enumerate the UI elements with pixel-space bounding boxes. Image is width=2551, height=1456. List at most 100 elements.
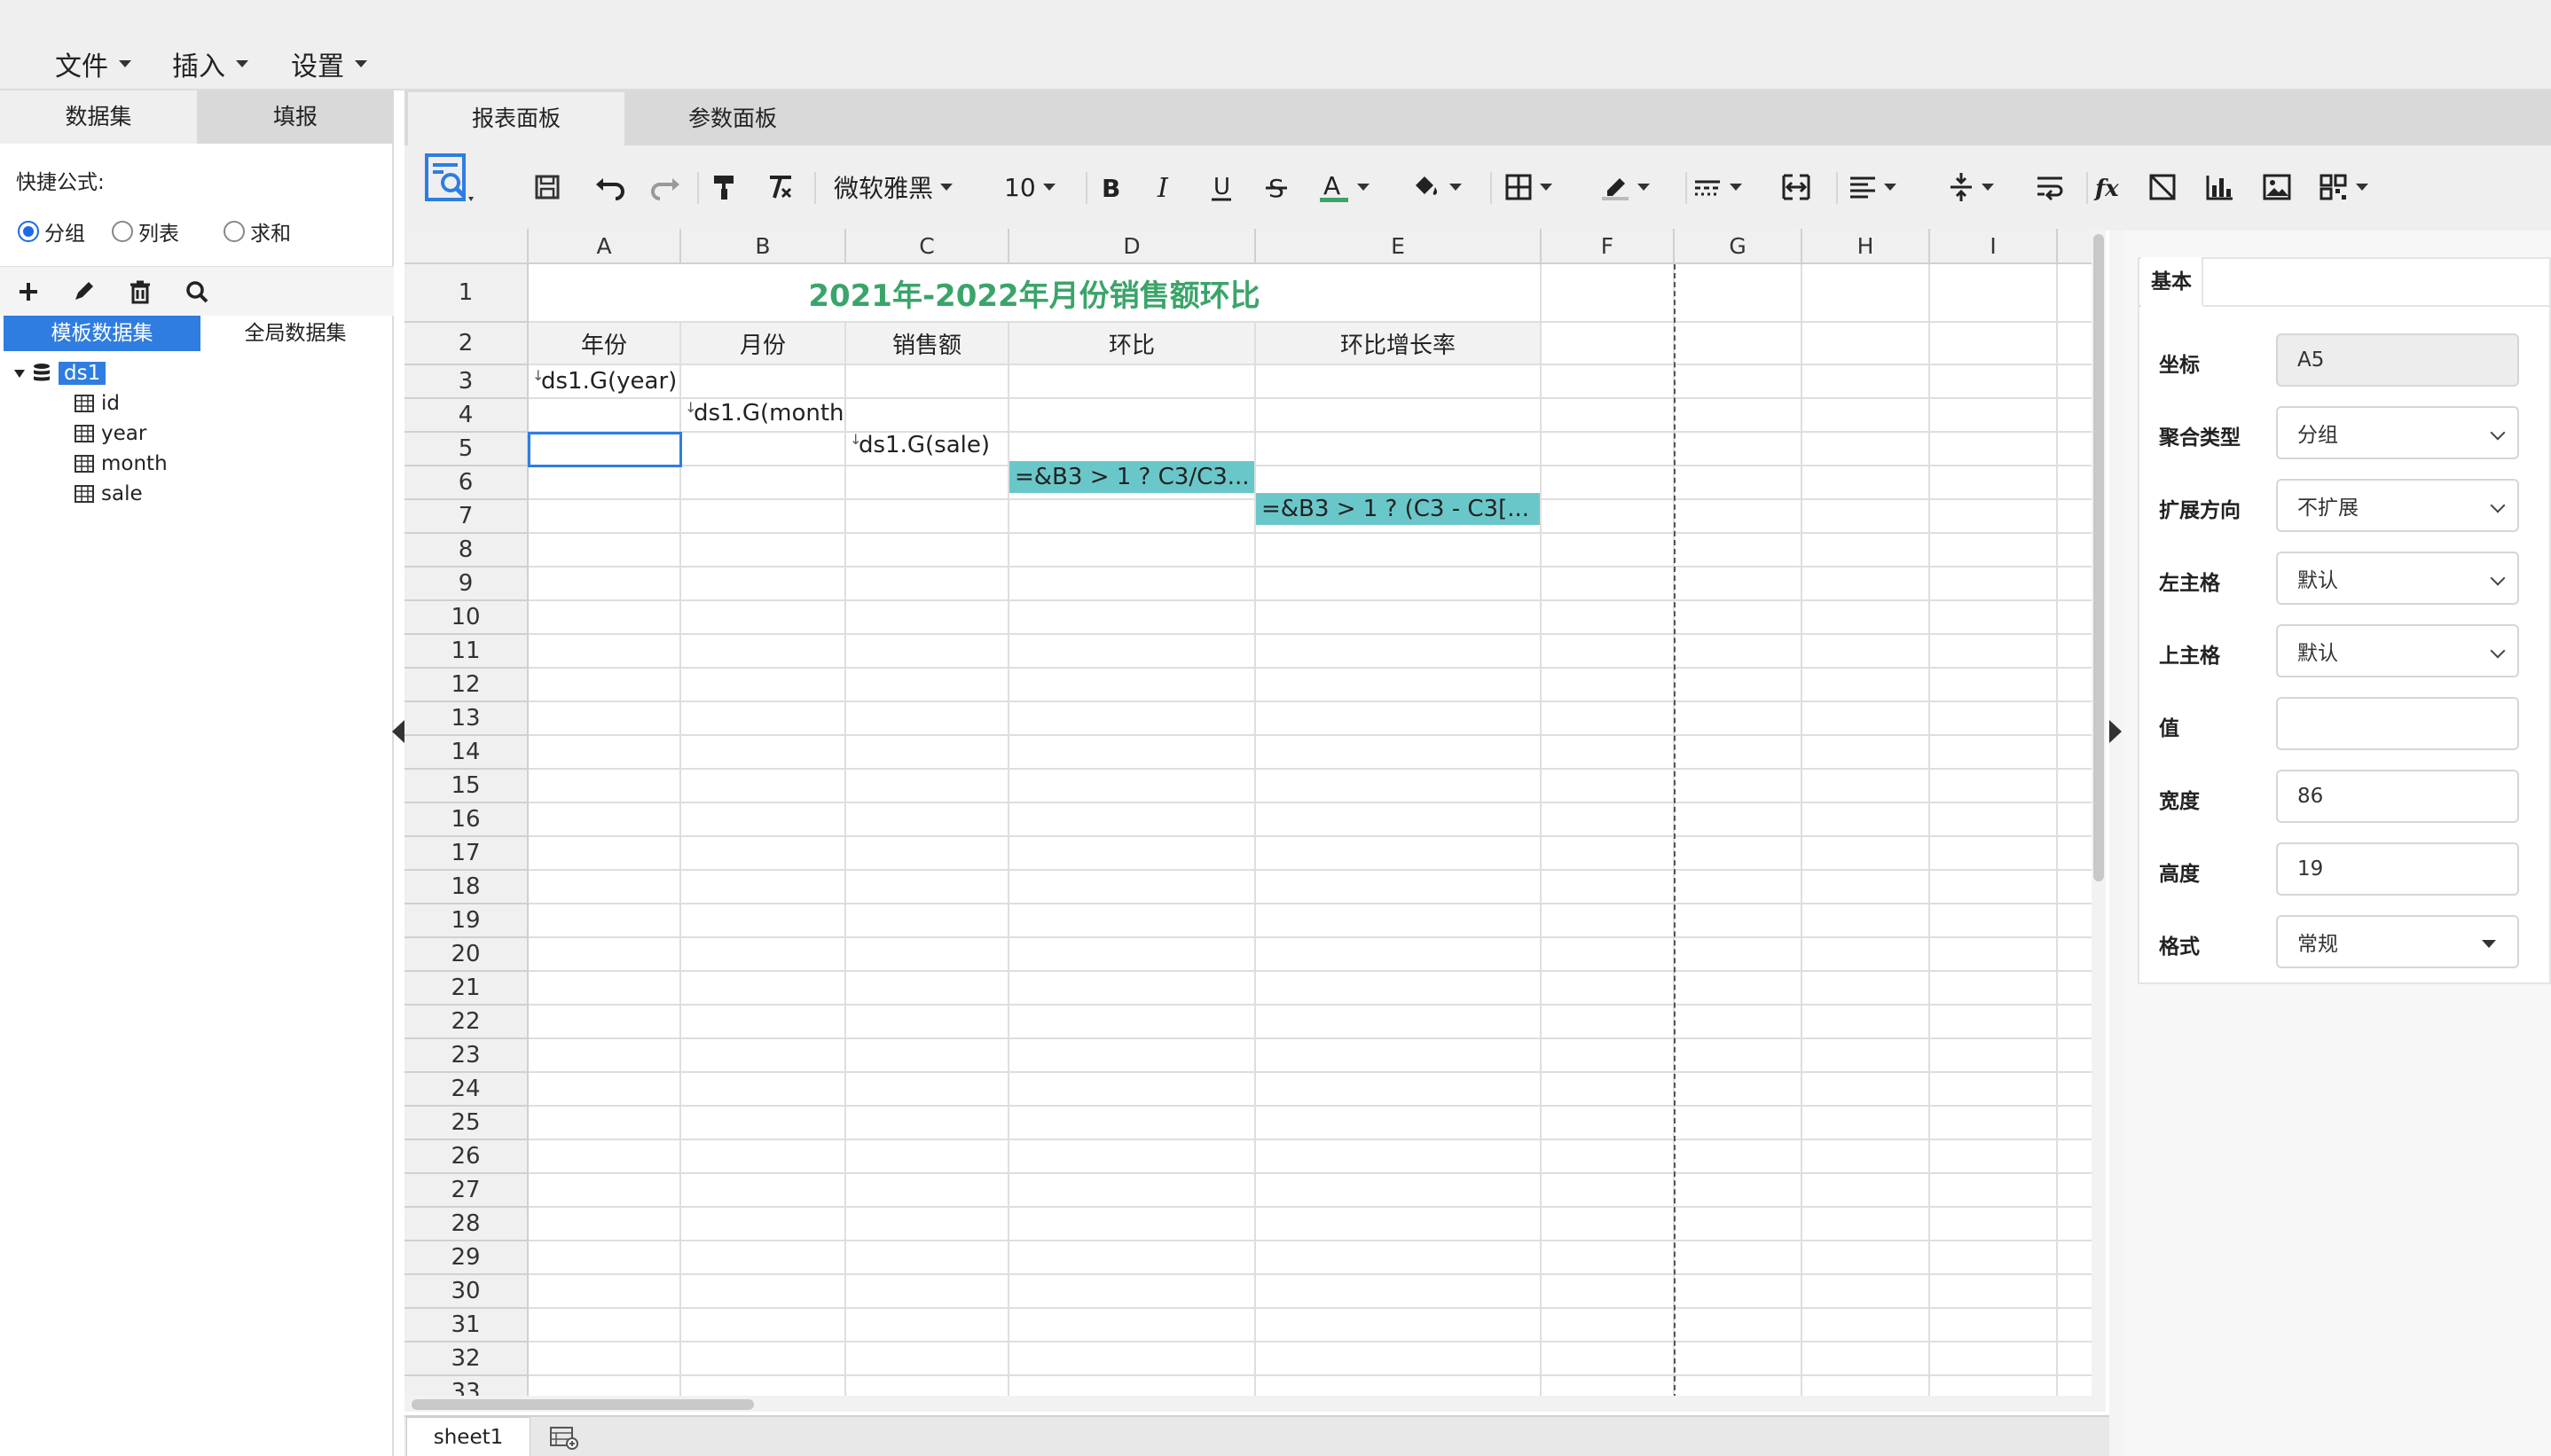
selected-cell[interactable]	[528, 432, 682, 467]
pencil-icon[interactable]	[66, 274, 101, 309]
header-cell[interactable]: 月份	[681, 323, 844, 364]
sheet-tab-sheet1[interactable]: sheet1	[406, 1417, 530, 1456]
slash-cell-button[interactable]	[2148, 165, 2177, 209]
expression-cell[interactable]: =&B3 > 1 ? C3/C3...	[1009, 461, 1254, 493]
row-header[interactable]: 17	[404, 837, 529, 871]
collapse-left-panel-icon[interactable]	[392, 720, 404, 743]
row-header[interactable]: 3	[404, 365, 529, 399]
top-parent-select[interactable]: 默认	[2276, 624, 2519, 677]
save-icon[interactable]	[534, 165, 561, 209]
header-cell[interactable]: 销售额	[846, 323, 1008, 364]
row-header[interactable]: 8	[404, 534, 529, 568]
menu-insert[interactable]: 插入	[172, 44, 248, 83]
row-header[interactable]: 23	[404, 1039, 529, 1073]
column-header-b[interactable]: B	[681, 229, 846, 264]
expression-cell[interactable]: ↓ ds1.G(year)	[529, 365, 679, 397]
tree-field-id[interactable]: id	[75, 392, 120, 415]
row-header[interactable]: 30	[404, 1275, 529, 1309]
insert-chart-button[interactable]	[2205, 165, 2235, 209]
column-header-g[interactable]: G	[1675, 229, 1802, 264]
tree-field-month[interactable]: month	[75, 452, 168, 475]
vertical-scrollbar[interactable]	[2092, 229, 2106, 1401]
row-header[interactable]: 18	[404, 871, 529, 904]
row-header[interactable]: 13	[404, 702, 529, 736]
column-header-e[interactable]: E	[1256, 229, 1542, 264]
font-color-button[interactable]: A	[1318, 165, 1370, 209]
font-size-select[interactable]: 10	[1004, 165, 1056, 209]
highlight-button[interactable]	[1600, 165, 1650, 209]
radio-sum[interactable]: 求和	[224, 216, 291, 247]
report-title-cell[interactable]: 2021年-2022年月份销售额环比	[529, 264, 1540, 321]
row-header[interactable]: 11	[404, 635, 529, 669]
tab-global-dataset[interactable]: 全局数据集	[197, 316, 394, 351]
tab-basic[interactable]: 基本	[2141, 257, 2203, 307]
fill-color-button[interactable]	[1410, 165, 1462, 209]
tab-template-dataset[interactable]: 模板数据集	[4, 316, 200, 351]
format-select[interactable]: 常规	[2276, 915, 2519, 968]
row-header[interactable]: 14	[404, 736, 529, 770]
row-header[interactable]: 9	[404, 568, 529, 601]
merge-cells-button[interactable]	[1781, 165, 1811, 209]
row-header[interactable]: 24	[404, 1073, 529, 1107]
tree-field-year[interactable]: year	[75, 422, 146, 445]
header-cell[interactable]: 年份	[529, 323, 679, 364]
vertical-scroll-thumb[interactable]	[2093, 234, 2104, 881]
insert-image-button[interactable]	[2262, 165, 2292, 209]
add-sheet-icon[interactable]	[538, 1421, 591, 1454]
column-header-h[interactable]: H	[1802, 229, 1930, 264]
header-cell[interactable]: 环比增长率	[1256, 323, 1540, 364]
expression-cell[interactable]: ↓ ds1.G(sale)	[846, 429, 1008, 461]
spreadsheet-grid[interactable]: A B C D E F G H I 1 2 3 4 5 6 7 8 9 10 11 12 13 14 15 16 17 18 19 20…	[404, 229, 2092, 1401]
row-header[interactable]: 5	[404, 433, 529, 466]
collapse-right-panel-icon[interactable]	[2109, 720, 2122, 743]
row-header[interactable]: 26	[404, 1140, 529, 1174]
clear-format-icon[interactable]	[766, 165, 795, 209]
italic-button[interactable]: I	[1151, 165, 1178, 209]
expression-cell[interactable]: =&B3 > 1 ? (C3 - C3[...	[1256, 493, 1540, 525]
strikethrough-button[interactable]: S	[1263, 165, 1290, 209]
tab-report-panel[interactable]: 报表面板	[408, 92, 624, 145]
row-header[interactable]: 32	[404, 1342, 529, 1376]
row-header[interactable]: 1	[404, 264, 529, 323]
row-header[interactable]: 19	[404, 904, 529, 938]
align-button[interactable]	[1848, 165, 1896, 209]
row-header[interactable]: 12	[404, 669, 529, 702]
more-widgets-button[interactable]	[2319, 165, 2368, 209]
expand-direction-select[interactable]: 不扩展	[2276, 479, 2519, 532]
expand-triangle-icon[interactable]	[14, 369, 25, 378]
radio-circle[interactable]	[18, 221, 39, 242]
radio-circle[interactable]	[224, 221, 245, 242]
tab-param-panel[interactable]: 参数面板	[624, 92, 841, 145]
row-header[interactable]: 20	[404, 938, 529, 972]
height-input[interactable]: 19	[2276, 842, 2519, 896]
row-header[interactable]: 16	[404, 803, 529, 837]
border-button[interactable]	[1504, 165, 1552, 209]
row-header[interactable]: 4	[404, 399, 529, 433]
row-header[interactable]: 6	[404, 466, 529, 500]
row-header[interactable]: 15	[404, 770, 529, 803]
width-input[interactable]: 86	[2276, 770, 2519, 823]
radio-group[interactable]: 分组	[18, 216, 85, 247]
wrap-text-button[interactable]	[2035, 165, 2065, 209]
trash-icon[interactable]	[122, 274, 158, 309]
column-header-c[interactable]: C	[846, 229, 1009, 264]
radio-circle[interactable]	[112, 221, 133, 242]
tab-fill[interactable]: 填报	[197, 90, 394, 144]
menu-settings[interactable]: 设置	[291, 44, 367, 83]
row-header[interactable]: 29	[404, 1241, 529, 1275]
row-header[interactable]: 25	[404, 1107, 529, 1140]
line-style-button[interactable]	[1692, 165, 1742, 209]
preview-button[interactable]	[424, 153, 479, 202]
vertical-align-button[interactable]	[1948, 165, 1994, 209]
bold-button[interactable]: B	[1096, 165, 1123, 209]
horizontal-scroll-thumb[interactable]	[412, 1399, 754, 1410]
tree-field-sale[interactable]: sale	[75, 482, 143, 505]
horizontal-scrollbar[interactable]	[404, 1396, 2106, 1412]
row-header[interactable]: 22	[404, 1006, 529, 1039]
aggregate-type-select[interactable]: 分组	[2276, 406, 2519, 459]
expression-cell[interactable]: ↓ ds1.G(month)	[681, 397, 844, 429]
formula-button[interactable]: fx	[2093, 165, 2123, 209]
row-header[interactable]: 28	[404, 1208, 529, 1241]
row-header[interactable]: 27	[404, 1174, 529, 1208]
undo-icon[interactable]	[594, 165, 626, 209]
